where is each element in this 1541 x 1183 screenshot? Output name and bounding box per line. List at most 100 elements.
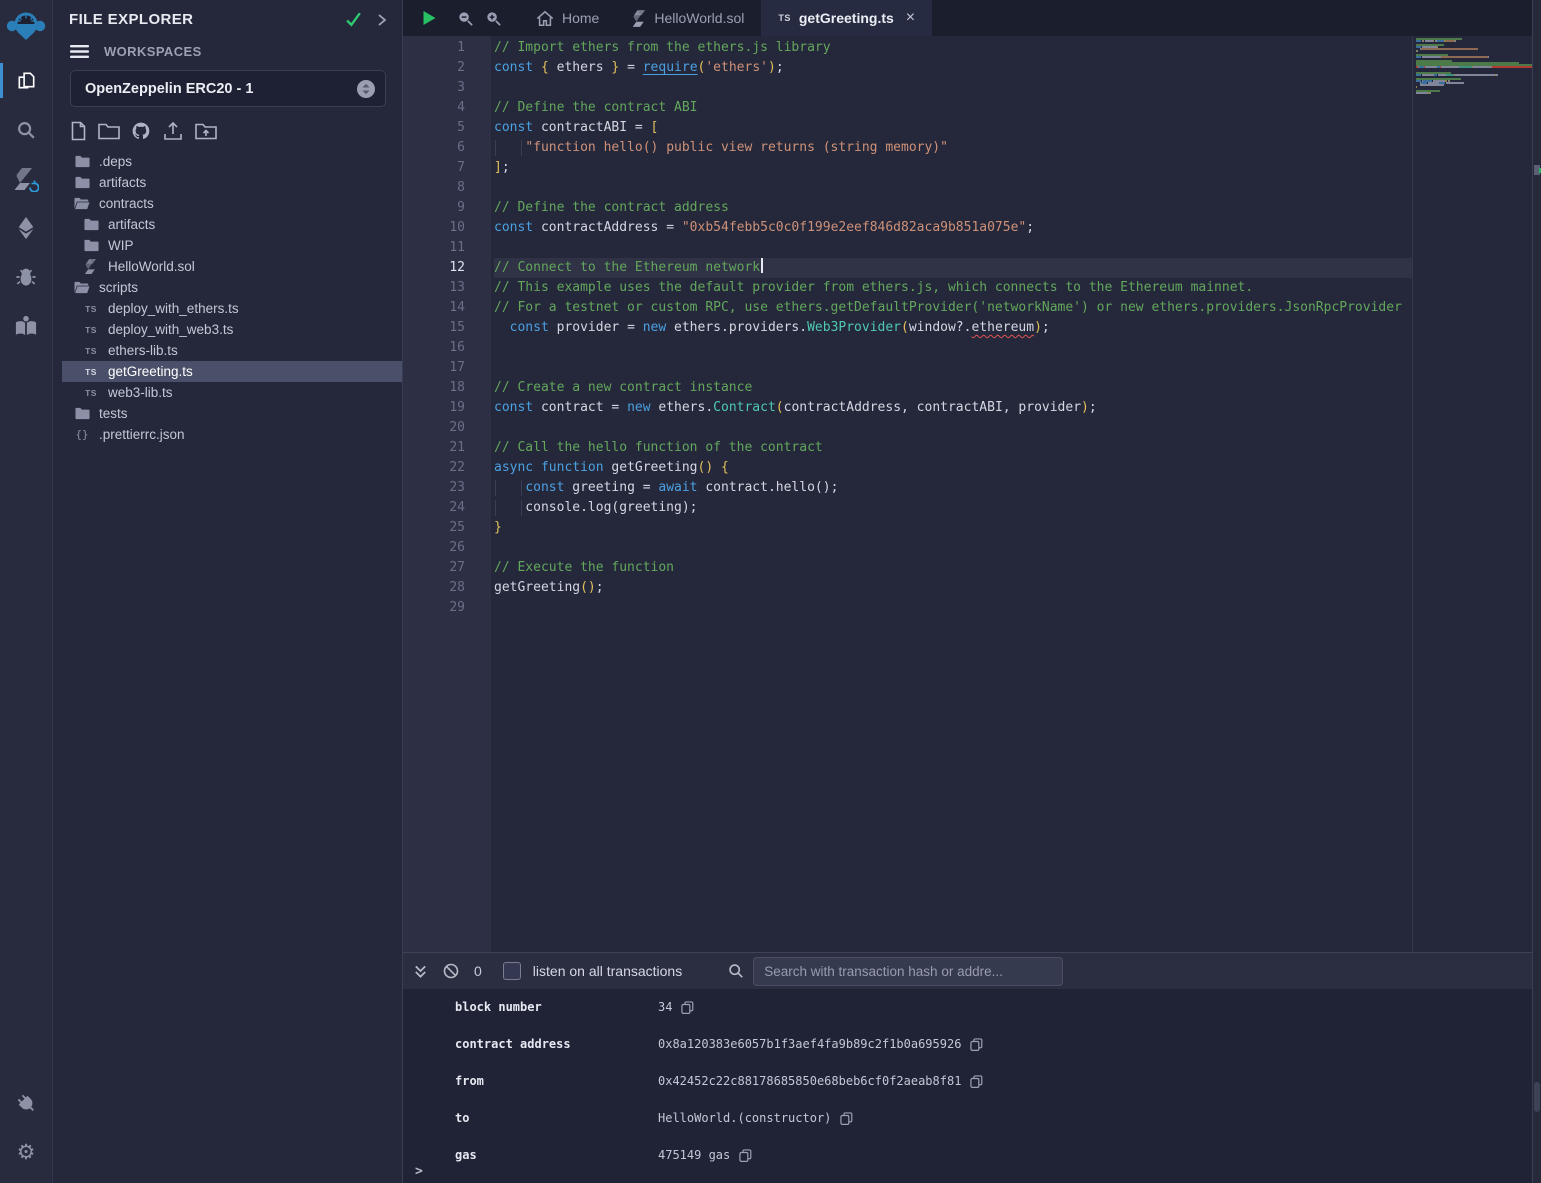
upload-folder-button[interactable] — [195, 121, 217, 141]
terminal-search-icon — [728, 963, 744, 979]
file-tree-item[interactable]: artifacts — [62, 214, 402, 235]
remix-ide-window: ⚙ FILE EXPLORER WORKSPACES OpenZeppelin … — [0, 0, 1541, 1183]
run-script-button[interactable] — [415, 3, 443, 33]
file-tree-item[interactable]: TSethers-lib.ts — [62, 340, 402, 361]
tab-helloworld-sol[interactable]: HelloWorld.sol — [616, 0, 761, 36]
code-line — [494, 358, 1412, 378]
upload-folder-icon — [195, 122, 217, 140]
line-number: 21 — [403, 438, 491, 458]
file-tree-item[interactable]: TSgetGreeting.ts — [62, 361, 402, 382]
code-line: const contractABI = [ — [494, 118, 1412, 138]
copy-icon[interactable] — [739, 1149, 752, 1162]
code-line: // Create a new contract instance — [494, 378, 1412, 398]
line-number: 9 — [403, 198, 491, 218]
new-folder-button[interactable] — [98, 121, 120, 141]
new-file-button[interactable] — [70, 121, 87, 141]
file-tree-item[interactable]: TSweb3-lib.ts — [62, 382, 402, 403]
minimap[interactable] — [1416, 38, 1534, 96]
zoom-in-icon — [485, 10, 502, 27]
code-line: "function hello() public view returns (s… — [494, 138, 1412, 158]
file-tree-item[interactable]: scripts — [62, 277, 402, 298]
copy-icon[interactable] — [681, 1001, 694, 1014]
file-explorer-panel: FILE EXPLORER WORKSPACES OpenZeppelin ER… — [53, 0, 403, 1183]
sidebar-item-search[interactable] — [0, 105, 53, 154]
right-scrollbar[interactable] — [1532, 0, 1541, 1183]
file-tree-item[interactable]: TSdeploy_with_ethers.ts — [62, 298, 402, 319]
terminal-scrollbar-thumb[interactable] — [1534, 1082, 1540, 1112]
copy-icon[interactable] — [970, 1038, 983, 1051]
file-tree-item[interactable]: artifacts — [62, 172, 402, 193]
workspace-select[interactable]: OpenZeppelin ERC20 - 1 — [70, 70, 386, 107]
file-name: artifacts — [99, 175, 146, 190]
workspaces-row: WORKSPACES — [53, 36, 402, 63]
folder-closed-icon — [83, 218, 99, 231]
code-line — [494, 598, 1412, 618]
tab-home[interactable]: Home — [519, 0, 616, 36]
file-tree-item[interactable]: HelloWorld.sol — [62, 256, 402, 277]
play-icon — [422, 10, 437, 26]
remix-logo[interactable] — [0, 0, 53, 56]
detail-value: HelloWorld.(constructor) — [658, 1111, 831, 1125]
code-line: async function getGreeting() { — [494, 458, 1412, 478]
sidebar-item-learneth[interactable] — [0, 301, 53, 350]
line-number: 4 — [403, 98, 491, 118]
zoom-in-button[interactable] — [479, 3, 507, 33]
code-editor[interactable]: 1234567891011121314151617181920212223242… — [403, 36, 1412, 952]
sidebar-item-debugger[interactable] — [0, 252, 53, 301]
file-name: deploy_with_ethers.ts — [108, 301, 239, 316]
sidebar-item-settings[interactable]: ⚙ — [0, 1128, 53, 1177]
terminal-prompt[interactable]: > — [415, 1164, 423, 1179]
file-tree-item[interactable]: WIP — [62, 235, 402, 256]
upload-file-button[interactable] — [162, 121, 184, 141]
github-button[interactable] — [131, 121, 151, 141]
folder-closed-icon — [74, 155, 90, 168]
ts-file-icon: TS — [778, 13, 791, 23]
code-line: getGreeting(); — [494, 578, 1412, 598]
file-tree-item[interactable]: TSdeploy_with_web3.ts — [62, 319, 402, 340]
line-number: 20 — [403, 418, 491, 438]
file-tree: .depsartifactscontractsartifactsWIPHello… — [62, 151, 402, 445]
file-tree-item[interactable]: .deps — [62, 151, 402, 172]
json-icon: {} — [74, 428, 90, 441]
folder-open-icon — [74, 197, 90, 210]
transaction-detail-row: contract address0x8a120383e6057b1f3aef4f… — [455, 1036, 1532, 1052]
line-number: 13 — [403, 278, 491, 298]
zoom-out-button[interactable] — [451, 3, 479, 33]
editor-area: Home HelloWorld.sol TS getGreeting.ts × … — [403, 0, 1541, 952]
settings-gear-icon: ⚙ — [17, 1142, 36, 1163]
folder-closed-icon — [74, 176, 90, 189]
sidebar-item-plugin-manager[interactable] — [0, 1079, 53, 1128]
explorer-toolbar — [53, 109, 402, 143]
line-number: 27 — [403, 558, 491, 578]
transaction-detail-row: from0x42452c22c88178685850e68beb6cf0f2ae… — [455, 1073, 1532, 1089]
clear-console-button[interactable] — [443, 963, 459, 979]
detail-label: from — [455, 1074, 658, 1088]
line-number: 10 — [403, 218, 491, 238]
line-number: 14 — [403, 298, 491, 318]
code-line — [494, 338, 1412, 358]
file-tree-item[interactable]: contracts — [62, 193, 402, 214]
tab-getgreeting-ts[interactable]: TS getGreeting.ts × — [761, 0, 932, 36]
copy-icon[interactable] — [970, 1075, 983, 1088]
collapse-terminal-button[interactable] — [413, 964, 428, 979]
detail-label: gas — [455, 1148, 658, 1162]
copy-icon[interactable] — [840, 1112, 853, 1125]
detail-value: 0x42452c22c88178685850e68beb6cf0f2aeab8f… — [658, 1074, 961, 1088]
sidebar-item-solidity-compiler[interactable] — [0, 154, 53, 203]
code-line: const contract = new ethers.Contract(con… — [494, 398, 1412, 418]
listen-transactions-checkbox[interactable] — [503, 962, 521, 980]
file-tree-item[interactable]: {}.prettierrc.json — [62, 424, 402, 445]
code-line: const contractAddress = "0xb54febb5c0c0f… — [494, 218, 1412, 238]
code-line: // Define the contract ABI — [494, 98, 1412, 118]
line-numbers: 1234567891011121314151617181920212223242… — [403, 36, 491, 952]
close-tab-icon[interactable]: × — [906, 10, 915, 26]
hamburger-menu-icon[interactable] — [70, 44, 89, 59]
sidebar-item-file-explorer[interactable] — [0, 56, 53, 105]
line-number: 16 — [403, 338, 491, 358]
sidebar-item-deploy-run[interactable] — [0, 203, 53, 252]
file-tree-item[interactable]: tests — [62, 403, 402, 424]
transaction-count-badge: 0 — [474, 963, 482, 979]
chevron-right-icon[interactable] — [376, 13, 388, 27]
terminal-search-input[interactable] — [753, 957, 1063, 986]
code-line — [494, 418, 1412, 438]
